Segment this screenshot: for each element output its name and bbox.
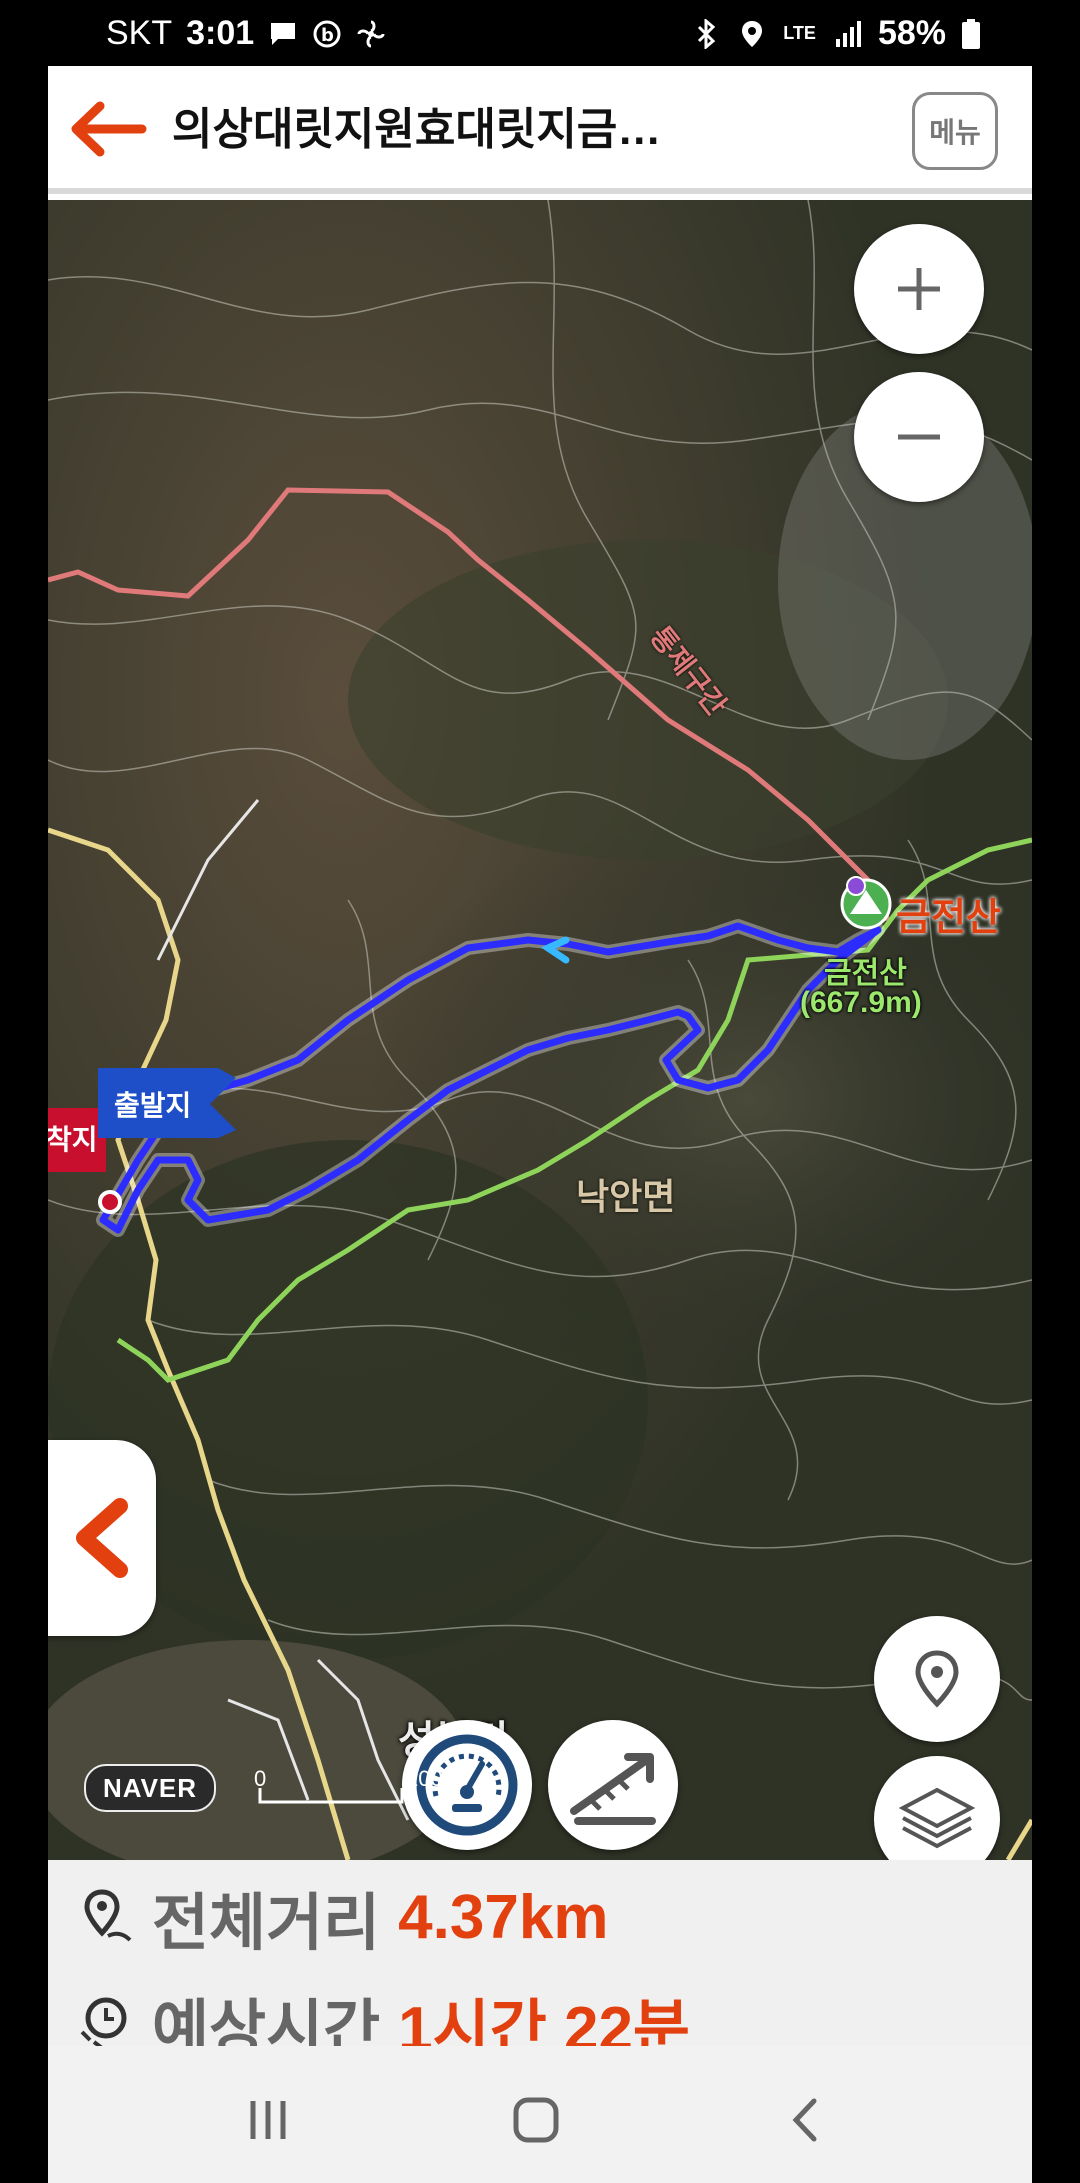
battery-icon — [962, 18, 980, 49]
route-info-panel: 전체거리 4.37km 예상시간 1시간 22분 — [48, 1860, 1032, 2046]
my-location-button[interactable] — [874, 1616, 1000, 1742]
start-flag-label: 출발지 — [114, 1090, 192, 1121]
home-icon — [513, 2097, 559, 2143]
location-pin-icon — [915, 1650, 959, 1708]
chat-icon — [271, 22, 296, 45]
back-chevron-icon — [792, 2098, 817, 2142]
distance-row: 전체거리 4.37km — [78, 1872, 608, 1962]
mountain-peak-icon[interactable] — [838, 876, 894, 932]
back-button[interactable] — [64, 96, 150, 162]
menu-button[interactable]: 메뉴 — [912, 92, 998, 170]
scale-bar — [258, 1788, 404, 1804]
fan-icon — [357, 20, 385, 47]
status-bar: SKT 3:01 b LTE 58% — [0, 0, 1080, 66]
end-flag-label: 착지 — [48, 1124, 98, 1155]
minus-icon — [898, 434, 940, 440]
zoom-in-button[interactable] — [854, 224, 984, 354]
elevation-chart-icon — [570, 1753, 656, 1825]
chevron-left-icon — [76, 1498, 128, 1578]
peak-elevation-label: (667.9m) — [800, 986, 922, 1019]
elevation-profile-button[interactable] — [548, 1720, 678, 1850]
zoom-out-button[interactable] — [854, 372, 984, 502]
start-flag[interactable]: 출발지 — [98, 1068, 238, 1138]
b-app-icon: b — [313, 20, 341, 47]
system-navigation-bar — [48, 2046, 1032, 2183]
app-header: 의상대릿지원효대릿지금전산금... 메뉴 — [48, 66, 1032, 194]
bluetooth-icon — [698, 18, 716, 49]
naver-logo: NAVER — [84, 1764, 216, 1812]
recent-apps-icon — [250, 2101, 286, 2139]
network-type: LTE — [783, 23, 816, 43]
layers-icon — [898, 1787, 976, 1849]
home-button[interactable] — [506, 2090, 566, 2150]
carrier-label: SKT — [106, 14, 173, 52]
signal-icon — [835, 20, 861, 47]
peak-label: 금전산 — [896, 897, 1001, 939]
map-view[interactable]: 금전산 금전산 (667.9m) 통제구간 낙안면 성북리 착지 출발지 — [48, 200, 1032, 1860]
distance-label: 전체거리 — [152, 1889, 381, 1958]
battery-percent: 58% — [877, 14, 946, 52]
distance-value: 4.37km — [398, 1882, 609, 1952]
arrow-left-icon — [71, 101, 147, 157]
svg-text:b: b — [321, 25, 334, 46]
app-window: 의상대릿지원효대릿지금전산금... 메뉴 — [48, 66, 1032, 2046]
plus-icon — [898, 268, 940, 310]
time-label: 예상시간 — [152, 1995, 381, 2046]
scale-distance: 200 — [406, 1766, 443, 1791]
page-title: 의상대릿지원효대릿지금전산금... — [172, 105, 692, 154]
clock-icon — [80, 1997, 127, 2046]
location-icon — [742, 20, 763, 47]
time-value: 1시간 22분 — [398, 1995, 690, 2046]
distance-pin-icon — [84, 1889, 132, 1942]
system-back-button[interactable] — [774, 2090, 834, 2150]
side-panel-toggle[interactable] — [48, 1440, 156, 1636]
recent-apps-button[interactable] — [238, 2090, 298, 2150]
time-row: 예상시간 1시간 22분 — [78, 1978, 690, 2046]
end-pin-icon — [98, 1190, 122, 1214]
district-label: 낙안면 — [576, 1176, 676, 1217]
clock: 3:01 — [186, 14, 255, 52]
